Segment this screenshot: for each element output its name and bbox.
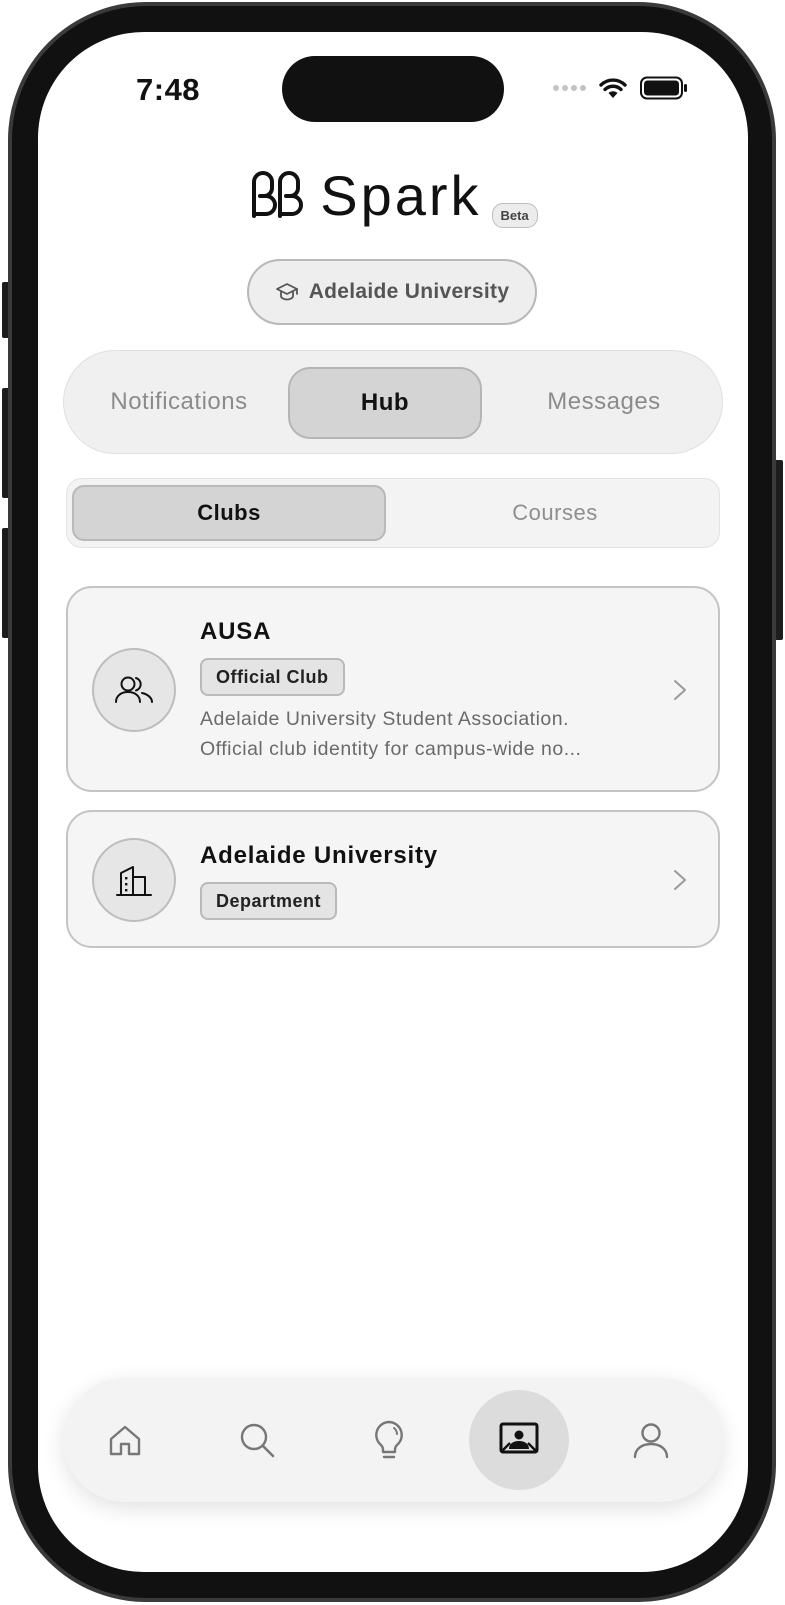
item-description: Adelaide University Student Association.… (200, 704, 650, 764)
chevron-right-icon (674, 680, 686, 700)
nav-profile-button[interactable] (601, 1390, 701, 1490)
item-title: AUSA (200, 618, 272, 645)
bottom-nav-bar (63, 1378, 723, 1502)
home-icon (109, 1425, 141, 1456)
graduation-cap-icon (275, 283, 298, 301)
users-icon (92, 648, 176, 732)
tab-hub[interactable]: Hub (288, 367, 482, 439)
item-title: Adelaide University (200, 842, 438, 869)
wifi-icon (599, 78, 627, 98)
item-description-line: Adelaide University Student Association. (200, 708, 570, 730)
battery-icon (640, 76, 687, 100)
primary-tab-bar: Notifications Hub Messages (63, 350, 723, 454)
chevron-right-icon (674, 870, 686, 890)
dynamic-island (282, 56, 504, 122)
nav-search-button[interactable] (207, 1390, 307, 1490)
status-time: 7:48 (136, 72, 201, 107)
item-description-line: Official club identity for campus-wide n… (200, 738, 582, 760)
nav-ideas-button[interactable] (339, 1390, 439, 1490)
tab-notifications[interactable]: Notifications (74, 351, 284, 453)
lightbulb-icon (375, 1420, 403, 1459)
university-selector-label: Adelaide University (308, 280, 510, 303)
profile-icon (633, 1423, 669, 1459)
building-icon (92, 838, 176, 922)
item-tag: Official Club (200, 658, 345, 696)
nav-hub-button[interactable] (469, 1390, 569, 1490)
spark-logo-icon (252, 171, 304, 218)
status-icons (553, 76, 688, 100)
hub-board-icon (499, 1422, 539, 1454)
university-selector-button[interactable]: Adelaide University (247, 259, 537, 325)
app-screen: 7:48 Spark Beta Adelaide University Noti… (38, 32, 748, 1572)
tab-clubs[interactable]: Clubs (72, 485, 386, 541)
secondary-tab-bar: Clubs Courses (66, 478, 720, 548)
tab-messages[interactable]: Messages (494, 351, 714, 453)
beta-badge: Beta (491, 203, 538, 228)
search-icon (240, 1423, 275, 1458)
item-tag: Department (200, 882, 338, 920)
list-item-ausa[interactable]: AUSA Official Club Adelaide University S… (66, 586, 720, 792)
signal-icon (553, 85, 586, 91)
app-brand: Spark Beta (38, 164, 748, 228)
list-item-adelaide-university[interactable]: Adelaide University Department (66, 810, 720, 948)
tab-courses[interactable]: Courses (394, 479, 716, 547)
app-name: Spark (320, 164, 482, 227)
nav-home-button[interactable] (75, 1390, 175, 1490)
